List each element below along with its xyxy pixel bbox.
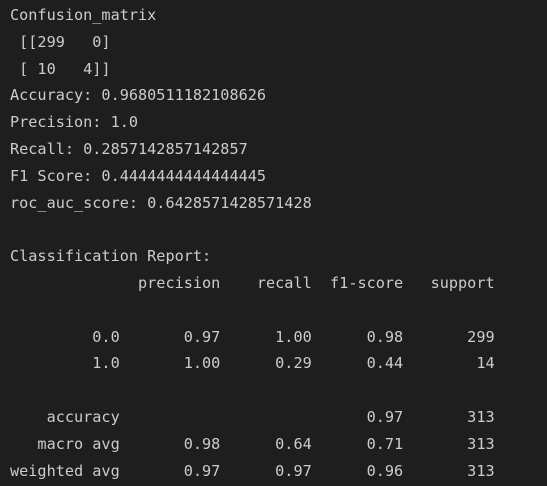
output-line-f1-score: F1 Score: 0.4444444444444445 [10, 166, 267, 185]
output-line-accuracy: Accuracy: 0.9680511182108626 [10, 86, 267, 105]
output-line-classification-report-title: Classification Report: [10, 247, 212, 266]
output-line-blank [10, 216, 495, 243]
output-line-blank [10, 377, 495, 404]
output-line-class-0: 0.0 0.97 1.00 0.98 299 [10, 327, 495, 346]
output-line-matrix-row-1: [[299 0] [10, 32, 111, 51]
output-line-precision: Precision: 1.0 [10, 113, 139, 132]
output-line-weighted-avg: weighted avg 0.97 0.97 0.96 313 [10, 461, 495, 480]
output-line-confusion-matrix-title: Confusion_matrix [10, 6, 157, 24]
output-line-macro-avg: macro avg 0.98 0.64 0.71 313 [10, 434, 495, 453]
output-line-report-accuracy: accuracy 0.97 313 [10, 407, 495, 426]
console-output: Confusion_matrix [[299 0] [ 10 4]] Accura… [10, 2, 495, 484]
output-line-blank [10, 297, 495, 324]
output-line-matrix-row-2: [ 10 4]] [10, 59, 111, 78]
output-line-class-1: 1.0 1.00 0.29 0.44 14 [10, 354, 495, 373]
output-line-report-header: precision recall f1-score support [10, 273, 495, 292]
output-line-recall: Recall: 0.2857142857142857 [10, 139, 248, 158]
output-line-roc-auc-score: roc_auc_score: 0.6428571428571428 [10, 193, 312, 212]
